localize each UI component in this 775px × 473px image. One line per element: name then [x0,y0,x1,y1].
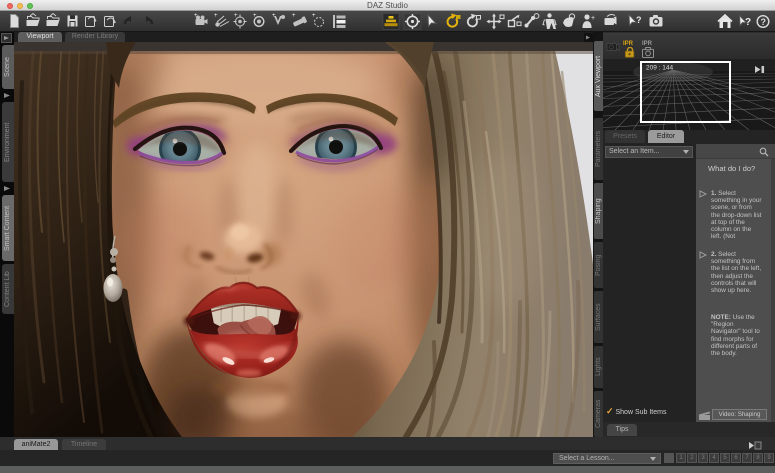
svg-text:?: ? [636,15,642,25]
svg-text:+: + [253,13,257,19]
svg-text:+: + [272,13,276,19]
svg-text:+: + [292,13,296,19]
svg-text:?: ? [745,17,751,28]
svg-text:+: + [234,13,238,19]
svg-text:209 : 144: 209 : 144 [646,65,673,72]
svg-text:+: + [312,13,316,19]
svg-text:?: ? [761,17,767,27]
svg-text:+: + [194,13,198,19]
svg-text:+: + [591,15,595,22]
svg-text:+: + [214,13,218,19]
